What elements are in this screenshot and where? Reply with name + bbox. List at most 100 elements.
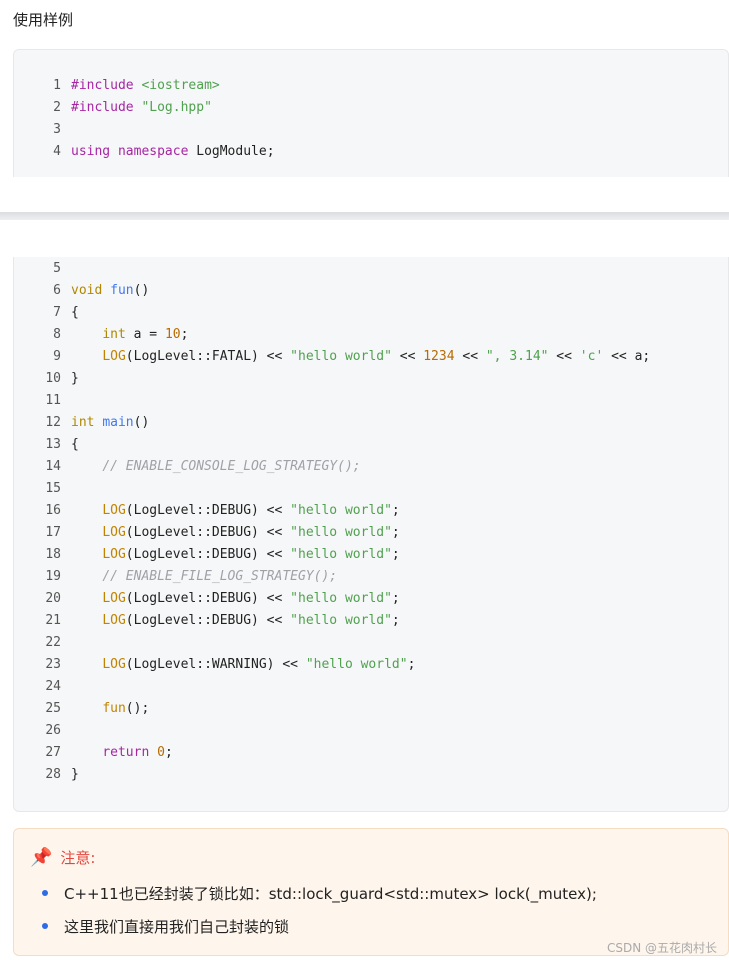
code-token: #include: [71, 100, 142, 115]
code-line: 17 LOG(LogLevel::DEBUG) << "hello world"…: [14, 522, 729, 544]
code-token: int: [102, 327, 126, 342]
code-token: ();: [125, 701, 150, 716]
code-line: 8 int a = 10;: [14, 324, 729, 346]
code-token: (LogLevel::DEBUG) <<: [125, 613, 291, 628]
note-header: 📌 注意:: [30, 847, 95, 868]
line-number: 12: [45, 415, 61, 430]
line-number: 24: [45, 679, 61, 694]
section-heading: 使用样例: [13, 11, 74, 29]
line-number: 7: [53, 305, 61, 320]
code-token: "hello world": [290, 547, 392, 562]
code-line: 12 int main(): [14, 412, 729, 434]
code-token: "hello world": [305, 657, 408, 672]
code-line: 19 // ENABLE_FILE_LOG_STRATEGY();: [14, 566, 729, 588]
pushpin-icon: 📌: [30, 847, 53, 868]
code-line: 11: [14, 390, 729, 412]
code-line: 6 void fun(): [14, 280, 729, 302]
code-token: (): [133, 415, 150, 430]
code-line: 18 LOG(LogLevel::DEBUG) << "hello world"…: [14, 544, 729, 566]
code-token: (LogLevel::FATAL) <<: [125, 349, 291, 364]
line-number: 16: [45, 503, 61, 518]
code-line: 25 fun();: [14, 698, 729, 720]
line-number: 11: [45, 393, 61, 408]
code-token: ;: [391, 503, 400, 518]
code-token: {: [71, 437, 79, 452]
code-block-top[interactable]: 1 #include <iostream> 2 #include "Log.hpp" 3…: [13, 49, 729, 177]
code-line: 16 LOG(LogLevel::DEBUG) << "hello world"…: [14, 500, 729, 522]
line-number: 15: [45, 481, 61, 496]
code-line: 4 using namespace LogModule;: [14, 141, 729, 163]
line-number: 5: [53, 261, 61, 276]
code-token: LogModule;: [196, 144, 275, 159]
code-token: (LogLevel::DEBUG) <<: [125, 591, 291, 606]
code-token: 'c': [579, 349, 604, 364]
line-number: 14: [45, 459, 61, 474]
code-token: LOG: [102, 349, 126, 364]
code-block-bottom[interactable]: 5 6 void fun() 7{8 int a = 10; 9 LOG(LogLeve…: [13, 257, 729, 812]
line-number: 1: [53, 78, 61, 93]
code-line: 20 LOG(LogLevel::DEBUG) << "hello world"…: [14, 588, 729, 610]
line-number: 18: [45, 547, 61, 562]
code-token: (LogLevel::DEBUG) <<: [125, 503, 291, 518]
code-token: // ENABLE_CONSOLE_LOG_STRATEGY();: [102, 459, 361, 474]
bullet-icon: [42, 923, 48, 929]
code-token: ;: [391, 547, 400, 562]
code-token: void: [71, 283, 111, 298]
line-number: 13: [45, 437, 61, 452]
code-token: (LogLevel::DEBUG) <<: [125, 525, 291, 540]
code-token: 1234: [423, 349, 455, 364]
code-token: LOG: [102, 503, 126, 518]
line-number: 27: [45, 745, 61, 760]
line-number: 9: [53, 349, 61, 364]
code-token: << a;: [603, 349, 651, 364]
code-token: (): [133, 283, 150, 298]
line-number: 26: [45, 723, 61, 738]
code-token: ;: [180, 327, 189, 342]
code-token: 0: [157, 745, 165, 760]
code-token: (LogLevel::WARNING) <<: [125, 657, 306, 672]
code-token: using: [71, 144, 118, 159]
code-line: 26: [14, 720, 729, 742]
code-token: LOG: [102, 547, 126, 562]
code-token: "hello world": [290, 591, 392, 606]
code-token: (LogLevel::DEBUG) <<: [125, 547, 291, 562]
line-number: 28: [45, 767, 61, 782]
code-line: 1 #include <iostream>: [14, 75, 729, 97]
note-list-item: C++11也已经封装了锁比如：std::lock_guard<std::mute…: [42, 883, 597, 904]
code-line: 7{: [14, 302, 729, 324]
code-token: {: [71, 305, 79, 320]
note-callout: 📌 注意: C++11也已经封装了锁比如：std::lock_guard<std…: [13, 828, 729, 956]
line-number: 23: [45, 657, 61, 672]
code-token: "hello world": [290, 613, 392, 628]
code-token: <iostream>: [141, 78, 220, 93]
code-token: int: [71, 415, 103, 430]
code-token: // ENABLE_FILE_LOG_STRATEGY();: [102, 569, 338, 584]
line-number: 21: [45, 613, 61, 628]
note-list-item: 这里我们直接用我们自己封装的锁: [42, 916, 290, 937]
note-item-text: C++11也已经封装了锁比如：std::lock_guard<std::mute…: [64, 885, 597, 903]
line-number: 17: [45, 525, 61, 540]
note-item-text: 这里我们直接用我们自己封装的锁: [64, 918, 290, 936]
line-number: 6: [53, 283, 61, 298]
code-line: 23 LOG(LogLevel::WARNING) << "hello worl…: [14, 654, 729, 676]
code-line: 3: [14, 119, 729, 141]
code-token: <<: [548, 349, 580, 364]
code-token: LOG: [102, 613, 126, 628]
code-token: }: [71, 767, 79, 782]
code-token: <<: [391, 349, 424, 364]
line-number: 25: [45, 701, 61, 716]
watermark: CSDN @五花肉村长: [606, 941, 717, 955]
code-token: namespace: [117, 144, 197, 159]
code-line: 9 LOG(LogLevel::FATAL) << "hello world" …: [14, 346, 729, 368]
code-line: 14 // ENABLE_CONSOLE_LOG_STRATEGY();: [14, 456, 729, 478]
bullet-icon: [42, 890, 48, 896]
code-token: fun: [102, 701, 126, 716]
line-number: 2: [53, 100, 61, 115]
